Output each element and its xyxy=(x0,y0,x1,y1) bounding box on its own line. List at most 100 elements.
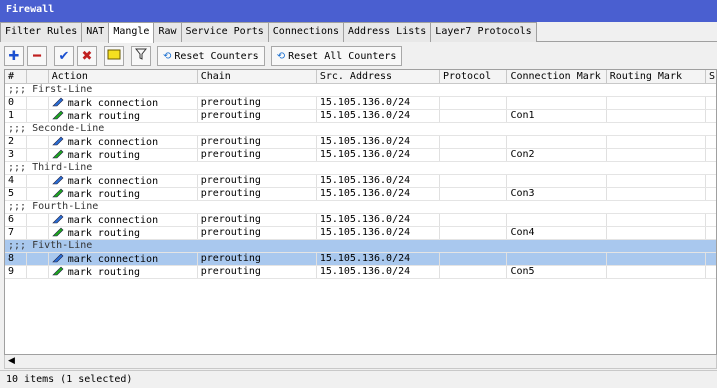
pencil-blue-icon xyxy=(52,175,64,185)
rule-action-label: mark connection xyxy=(67,98,159,109)
table-row[interactable]: 8 mark connection prerouting 15.105.136.0/2… xyxy=(5,253,716,266)
rule-flags xyxy=(27,110,49,122)
filter-button[interactable] xyxy=(131,46,151,66)
rule-number: 4 xyxy=(5,175,27,187)
scroll-left-icon[interactable]: ◀ xyxy=(8,356,15,366)
rule-action-label: mark connection xyxy=(67,137,159,148)
rule-src-address: 15.105.136.0/24 xyxy=(317,97,440,109)
table-row[interactable]: 5 mark routing prerouting 15.105.136.0/24 Co… xyxy=(5,188,716,201)
col-header-routing-mark[interactable]: Routing Mark xyxy=(607,70,707,84)
rule-flags xyxy=(27,97,49,109)
rule-flags xyxy=(27,227,49,239)
col-header-chain[interactable]: Chain xyxy=(198,70,317,84)
rule-more xyxy=(706,214,716,226)
rule-src-address: 15.105.136.0/24 xyxy=(317,188,440,200)
tab-layer7-protocols[interactable]: Layer7 Protocols xyxy=(430,22,537,42)
col-header-action[interactable]: Action xyxy=(49,70,198,84)
tab-mangle[interactable]: Mangle xyxy=(108,22,155,43)
disable-button[interactable]: ✖ xyxy=(77,46,97,66)
rule-action: mark routing xyxy=(49,266,198,278)
tab-bar: Filter Rules NAT Mangle Raw Service Ports Con… xyxy=(0,22,717,43)
table-row[interactable]: 3 mark routing prerouting 15.105.136.0/24 Co… xyxy=(5,149,716,162)
rule-comment: ;;; Third-Line xyxy=(8,162,93,173)
pencil-green-icon xyxy=(52,227,64,237)
pencil-green-icon xyxy=(52,266,64,276)
rule-protocol xyxy=(440,266,508,278)
rule-more xyxy=(706,227,716,239)
rule-number: 1 xyxy=(5,110,27,122)
comment-row[interactable]: ;;; Fivth-Line xyxy=(5,240,716,253)
tab-connections[interactable]: Connections xyxy=(267,22,345,42)
rule-chain: prerouting xyxy=(198,266,317,278)
rule-src-address: 15.105.136.0/24 xyxy=(317,175,440,187)
comment-row[interactable]: ;;; Seconde-Line xyxy=(5,123,716,136)
reset-counters-button[interactable]: ⟲ Reset Counters xyxy=(157,46,265,66)
tab-service-ports[interactable]: Service Ports xyxy=(180,22,269,42)
rule-number: 8 xyxy=(5,253,27,265)
rule-chain: prerouting xyxy=(198,97,317,109)
rule-protocol xyxy=(440,227,508,239)
col-header-src-address[interactable]: Src. Address xyxy=(317,70,440,84)
rule-connection-mark: Con1 xyxy=(507,110,607,122)
note-icon xyxy=(107,48,121,64)
rule-action: mark routing xyxy=(49,188,198,200)
comment-row[interactable]: ;;; First-Line xyxy=(5,84,716,97)
table-row[interactable]: 7 mark routing prerouting 15.105.136.0/24 Co… xyxy=(5,227,716,240)
rule-action: mark connection xyxy=(49,136,198,148)
rule-comment: ;;; First-Line xyxy=(8,84,93,95)
table-row[interactable]: 0 mark connection prerouting 15.105.136.0/2… xyxy=(5,97,716,110)
col-header-number[interactable]: # xyxy=(5,70,27,84)
rule-more xyxy=(706,266,716,278)
rule-action-label: mark connection xyxy=(67,254,159,265)
rule-action-label: mark routing xyxy=(67,111,141,122)
col-header-more[interactable]: S xyxy=(706,70,716,84)
rule-comment: ;;; Seconde-Line xyxy=(8,123,105,134)
rule-number: 5 xyxy=(5,188,27,200)
comment-row[interactable]: ;;; Fourth-Line xyxy=(5,201,716,214)
rule-number: 3 xyxy=(5,149,27,161)
toolbar: ✚ ━ ✔ ✖ ⟲ Reset Counters ⟲ Reset All Cou… xyxy=(0,43,717,69)
rule-src-address: 15.105.136.0/24 xyxy=(317,266,440,278)
enable-button[interactable]: ✔ xyxy=(54,46,74,66)
tab-address-lists[interactable]: Address Lists xyxy=(343,22,432,42)
tab-nat[interactable]: NAT xyxy=(81,22,110,42)
rule-flags xyxy=(27,253,49,265)
add-button[interactable]: ✚ xyxy=(4,46,24,66)
tab-filter-rules[interactable]: Filter Rules xyxy=(0,22,83,42)
col-header-connection-mark[interactable]: Connection Mark xyxy=(507,70,607,84)
pencil-green-icon xyxy=(52,188,64,198)
rule-chain: prerouting xyxy=(198,149,317,161)
col-header-flags[interactable] xyxy=(27,70,49,84)
rule-chain: prerouting xyxy=(198,175,317,187)
table-header: # Action Chain Src. Address Protocol Con… xyxy=(5,70,716,84)
rule-routing-mark xyxy=(607,253,707,265)
rule-protocol xyxy=(440,97,508,109)
remove-button[interactable]: ━ xyxy=(27,46,47,66)
rule-protocol xyxy=(440,214,508,226)
rule-src-address: 15.105.136.0/24 xyxy=(317,110,440,122)
table-row[interactable]: 9 mark routing prerouting 15.105.136.0/24 Co… xyxy=(5,266,716,279)
reset-icon: ⟲ xyxy=(163,50,172,62)
table-row[interactable]: 6 mark connection prerouting 15.105.136.0/2… xyxy=(5,214,716,227)
pencil-blue-icon xyxy=(52,136,64,146)
comment-button[interactable] xyxy=(104,46,124,66)
table-row[interactable]: 2 mark connection prerouting 15.105.136.0/2… xyxy=(5,136,716,149)
rule-action: mark connection xyxy=(49,253,198,265)
rule-connection-mark: Con2 xyxy=(507,149,607,161)
rule-flags xyxy=(27,136,49,148)
table-row[interactable]: 4 mark connection prerouting 15.105.136.0/2… xyxy=(5,175,716,188)
comment-row[interactable]: ;;; Third-Line xyxy=(5,162,716,175)
rule-action-label: mark routing xyxy=(67,189,141,200)
reset-all-counters-button[interactable]: ⟲ Reset All Counters xyxy=(270,46,403,66)
tab-raw[interactable]: Raw xyxy=(153,22,182,42)
pencil-blue-icon xyxy=(52,253,64,263)
rule-chain: prerouting xyxy=(198,188,317,200)
rule-more xyxy=(706,149,716,161)
col-header-protocol[interactable]: Protocol xyxy=(440,70,508,84)
rule-src-address: 15.105.136.0/24 xyxy=(317,253,440,265)
funnel-icon xyxy=(134,48,148,64)
horizontal-scrollbar[interactable]: ◀ xyxy=(4,355,717,369)
table-row[interactable]: 1 mark routing prerouting 15.105.136.0/24 Co… xyxy=(5,110,716,123)
rule-routing-mark xyxy=(607,227,707,239)
rule-connection-mark xyxy=(507,136,607,148)
